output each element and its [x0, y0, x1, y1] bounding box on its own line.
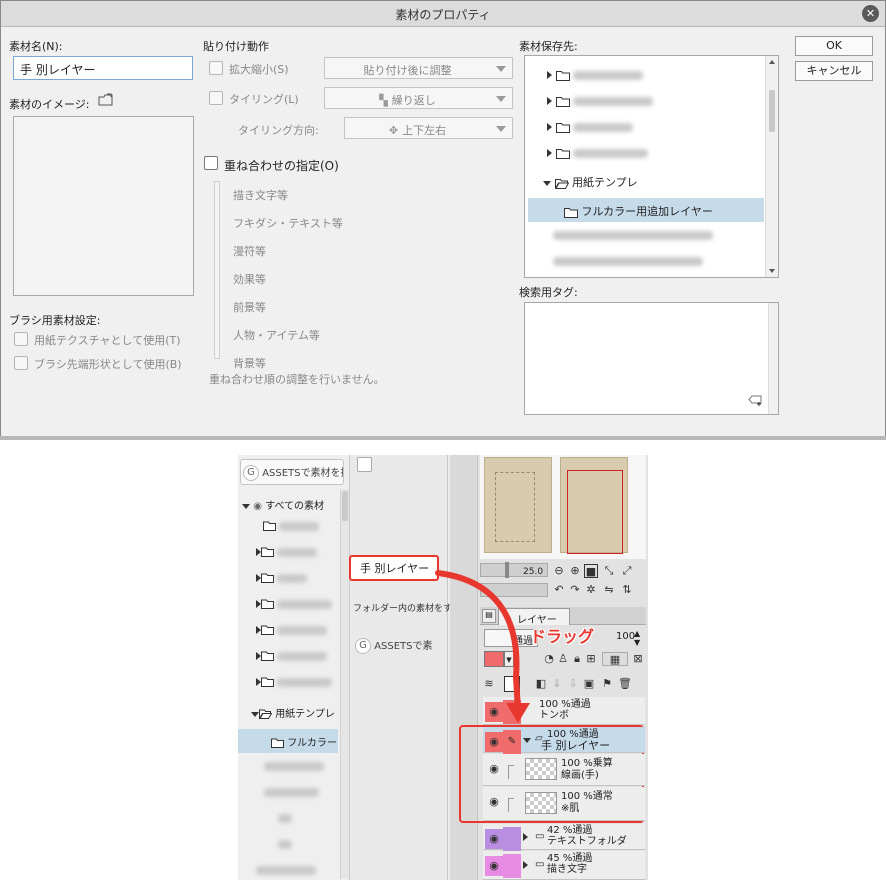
ok-button[interactable]: OK: [795, 36, 873, 56]
tiling-direction-label: タイリング方向:: [238, 124, 319, 137]
overlap-item: 描き文字等: [233, 189, 288, 202]
cancel-button[interactable]: キャンセル: [795, 61, 873, 81]
folder-icon: [564, 207, 578, 218]
overlap-item: 背景等: [233, 357, 266, 370]
overlap-item: 人物・アイテム等: [233, 329, 320, 342]
tree-selected-label: フルカラー用追加レイヤー: [581, 205, 713, 218]
tag-add-icon[interactable]: [748, 395, 764, 410]
tiling-label: タイリング(L): [229, 93, 299, 106]
dialog-title: 素材のプロパティ: [395, 8, 491, 22]
direction-icon: ✥: [388, 124, 399, 137]
tiling-dropdown-value: 繰り返し: [391, 94, 436, 107]
tree-item[interactable]: [547, 146, 648, 168]
tree-item[interactable]: [553, 228, 713, 250]
scale-dropdown[interactable]: 貼り付け後に調整: [324, 57, 513, 79]
drag-arrow-icon: [435, 570, 530, 723]
tiling-direction-value: 上下左右: [402, 124, 447, 137]
save-destination-tree[interactable]: 用紙テンプレ フルカラー用追加レイヤー: [524, 55, 779, 278]
paste-behavior-label: 貼り付け動作: [203, 40, 269, 53]
chevron-down-icon: [496, 66, 506, 72]
tree-item-open-folder[interactable]: 用紙テンプレ: [543, 174, 638, 196]
tree-folder-label: 用紙テンプレ: [572, 176, 638, 189]
image-folder-icon[interactable]: [98, 93, 114, 110]
tiling-icon: ▚: [379, 94, 388, 107]
overlap-slider[interactable]: [214, 181, 220, 359]
search-tags-label: 検索用タグ:: [519, 286, 578, 299]
drag-label: ドラッグ: [530, 627, 595, 646]
chevron-down-icon: [496, 126, 506, 132]
folder-icon: [555, 96, 570, 107]
brush-tip-label: ブラシ先端形状として使用(B): [34, 358, 182, 371]
scale-dropdown-value: 貼り付け後に調整: [363, 64, 452, 77]
material-properties-dialog: 素材のプロパティ ✕ 素材名(N): 手 別レイヤー 素材のイメージ: ブラシ用…: [0, 0, 886, 440]
overlap-item: 前景等: [233, 301, 266, 314]
close-icon[interactable]: ✕: [862, 5, 879, 22]
tree-item[interactable]: [547, 94, 653, 116]
folder-icon: [555, 148, 570, 159]
tree-item[interactable]: [553, 254, 703, 276]
overlap-item: 漫符等: [233, 245, 266, 258]
brush-settings-label: ブラシ用素材設定:: [9, 314, 101, 327]
app-screenshot: G ASSETSで素材を探 ◉ すべての素材 用紙テンプレ フルカラー 手 別レ…: [238, 455, 648, 880]
window-edge: [0, 436, 886, 440]
tiling-direction-dropdown[interactable]: ✥ 上下左右: [344, 117, 513, 139]
overlap-label: 重ね合わせの指定(O): [224, 159, 339, 173]
overlap-checkbox[interactable]: [204, 156, 218, 170]
scale-checkbox[interactable]: [209, 61, 223, 75]
tiling-checkbox[interactable]: [209, 91, 223, 105]
folder-icon: [555, 70, 570, 81]
overlap-note: 重ね合わせ順の調整を行いません。: [209, 373, 385, 386]
material-image-label: 素材のイメージ:: [9, 98, 90, 111]
tree-scrollbar[interactable]: [765, 56, 778, 277]
brush-tip-checkbox[interactable]: [14, 356, 28, 370]
chevron-down-icon: [496, 96, 506, 102]
material-name-input[interactable]: 手 別レイヤー: [13, 56, 193, 80]
overlap-item: 効果等: [233, 273, 266, 286]
tags-scrollbar[interactable]: [768, 303, 778, 414]
paper-texture-label: 用紙テクスチャとして使用(T): [34, 334, 181, 347]
overlap-item: フキダシ・テキスト等: [233, 217, 343, 230]
material-name-value: 手 別レイヤー: [20, 63, 96, 77]
material-image-preview: [13, 116, 194, 296]
save-destination-label: 素材保存先:: [519, 40, 578, 53]
tiling-dropdown[interactable]: ▚ 繰り返し: [324, 87, 513, 109]
scale-label: 拡大縮小(S): [229, 63, 289, 76]
folder-open-icon: [554, 178, 569, 189]
tree-item[interactable]: [547, 120, 633, 142]
tree-item-selected[interactable]: フルカラー用追加レイヤー: [528, 198, 764, 222]
material-name-label: 素材名(N):: [9, 40, 63, 53]
search-tags-box[interactable]: [524, 302, 779, 415]
dialog-titlebar: 素材のプロパティ ✕: [1, 1, 885, 27]
paper-texture-checkbox[interactable]: [14, 332, 28, 346]
tree-item[interactable]: [547, 68, 643, 90]
folder-icon: [555, 122, 570, 133]
